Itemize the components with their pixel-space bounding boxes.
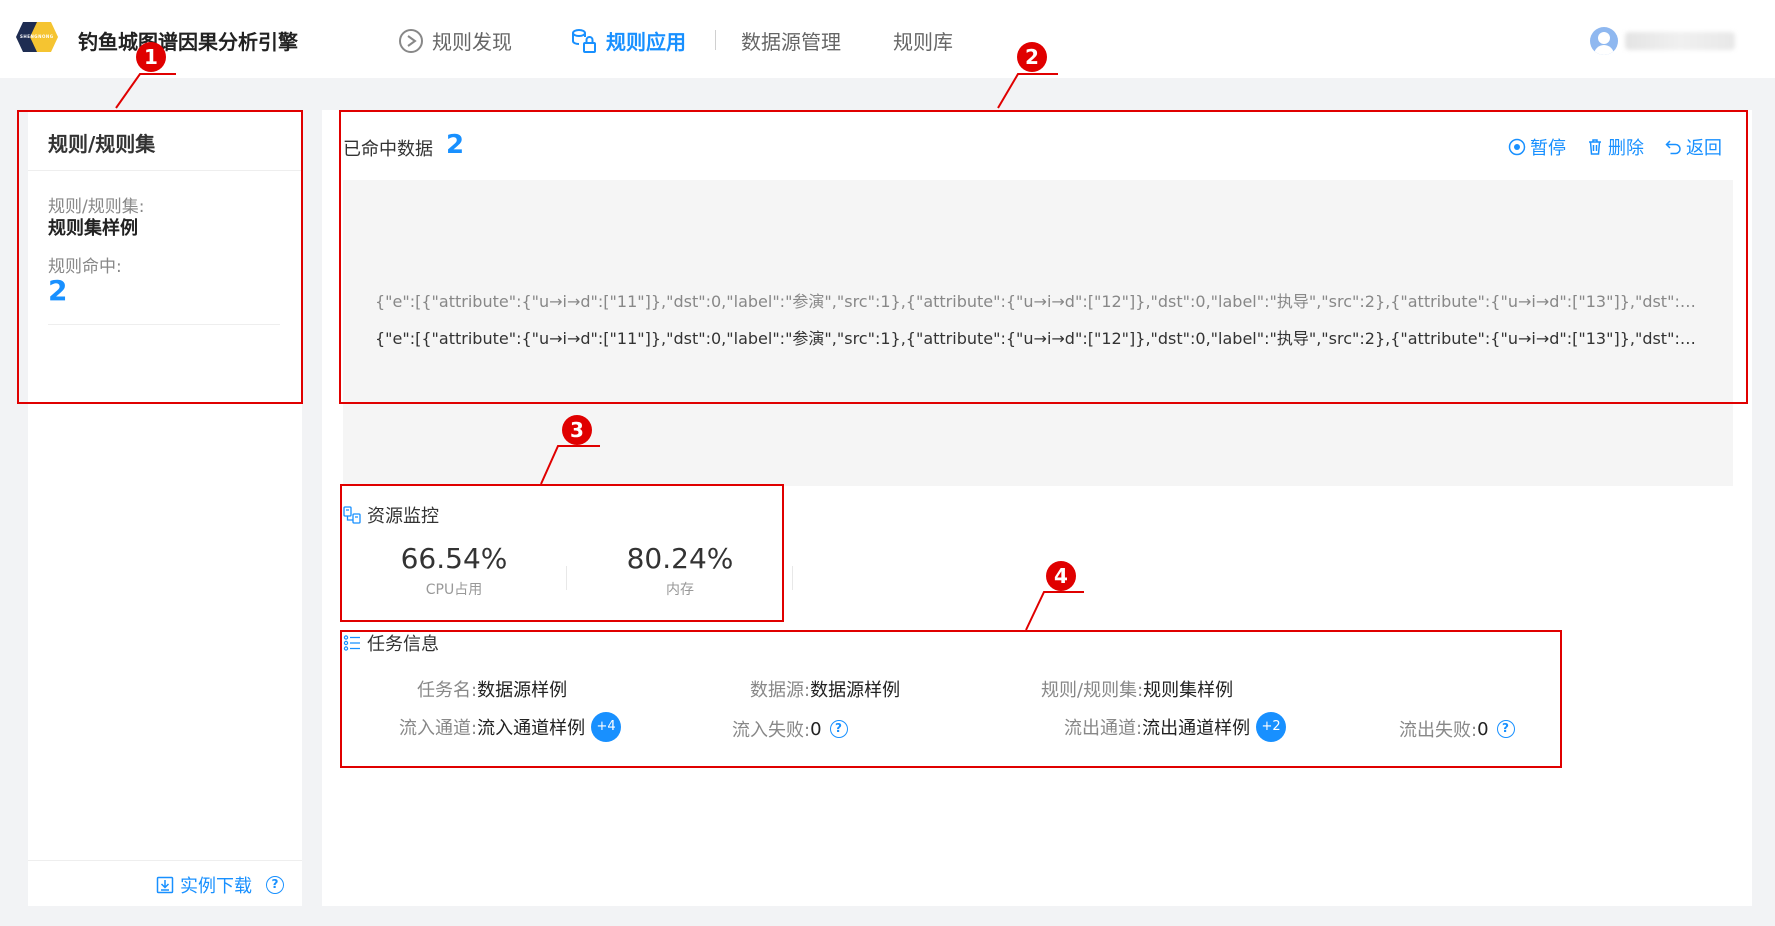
action-bar: 暂停 删除 返回 [1508,134,1722,160]
field-key: 任务名: [417,680,478,701]
database-lock-icon [572,28,596,53]
field-key: 规则/规则集: [1041,680,1144,701]
field-value: 流出通道样例 [1142,718,1251,739]
hit-data-count: 2 [446,130,465,160]
panel-title: 规则/规则集 [48,132,156,156]
hit-data-label: 已命中数据 [343,139,433,160]
nav-label: 规则库 [893,30,953,54]
nav-label: 数据源管理 [741,30,841,54]
list-icon [343,635,360,651]
download-icon [156,876,174,894]
rule-hit-value: 2 [48,274,68,307]
task-info-title: 任务信息 [343,630,439,656]
field-value: 数据源样例 [810,680,901,701]
in-channel-count-badge[interactable]: +4 [591,712,622,742]
out-channel-count-badge[interactable]: +2 [1256,712,1287,742]
annotation-marker: 2 [1017,42,1047,72]
resource-monitor-title: 资源监控 [343,502,439,528]
help-icon[interactable]: ? [266,876,284,894]
annotation-marker: 1 [136,42,166,72]
nav-label: 规则应用 [606,30,686,54]
nav-divider [715,30,716,50]
user-name-blurred[interactable] [1625,32,1735,50]
field-value: 规则集样例 [1143,680,1234,701]
trash-icon [1589,139,1601,155]
user-avatar-icon[interactable] [1590,27,1618,55]
hit-data-panel: 已命中数据 2 暂停 删除 返回 {"e":[{"attribute":{"u→… [322,110,1752,906]
cpu-metric: 66.54% CPU占用 [354,542,554,599]
help-icon[interactable]: ? [1496,720,1515,738]
rule-set-value: 规则集样例 [48,218,138,239]
server-icon [343,506,361,524]
hit-data-list: {"e":[{"attribute":{"u→i→d":["11"]},"dst… [343,180,1733,486]
example-download-button[interactable]: 实例下载 ? [156,872,284,898]
pause-button[interactable]: 暂停 [1508,134,1566,160]
app-logo[interactable]: SHENGNONG [16,18,60,56]
logo-text: SHENGNONG [20,34,54,39]
section-label: 资源监控 [367,506,439,527]
top-header: SHENGNONG 钓鱼城图谱因果分析引擎 规则发现 规则应用 数据源管理 规则… [0,0,1775,78]
in-channel-field: 流入通道: 流入通道样例 +4 [399,712,622,742]
delete-button[interactable]: 删除 [1586,134,1644,160]
nav-rule-discovery[interactable]: 规则发现 [398,26,512,55]
annotation-marker: 3 [562,415,592,445]
divider [28,170,302,171]
back-label: 返回 [1686,138,1722,159]
play-circle-icon [399,28,423,53]
field-key: 流入通道: [399,718,478,739]
field-key: 数据源: [750,680,811,701]
field-value: 0 [1477,718,1489,740]
list-item[interactable]: {"e":[{"attribute":{"u→i→d":["11"]},"dst… [375,288,1705,312]
nav-rule-library[interactable]: 规则库 [893,26,953,55]
list-item[interactable]: {"e":[{"attribute":{"u→i→d":["11"]},"dst… [375,325,1705,349]
divider [48,324,280,325]
out-fail-field: 流出失败: 0 ? [1399,716,1515,742]
datasource-field: 数据源: 数据源样例 [750,676,900,702]
annotation-marker: 4 [1046,561,1076,591]
app-title: 钓鱼城图谱因果分析引擎 [78,30,298,54]
field-key: 流出通道: [1064,718,1143,739]
out-channel-field: 流出通道: 流出通道样例 +2 [1064,712,1287,742]
pause-label: 暂停 [1530,138,1566,159]
field-value: 数据源样例 [477,680,568,701]
memory-label: 内存 [666,582,694,598]
delete-label: 删除 [1608,138,1644,159]
field-key: 流出失败: [1399,720,1478,741]
back-button[interactable]: 返回 [1664,134,1722,160]
download-label: 实例下载 [180,876,252,897]
undo-icon [1665,140,1681,155]
field-value: 流入通道样例 [477,718,586,739]
rule-set-panel: 规则/规则集 规则/规则集: 规则集样例 规则命中: 2 实例下载 ? [28,110,302,906]
ruleset-field: 规则/规则集: 规则集样例 [1041,676,1233,702]
divider [792,566,793,590]
task-name-field: 任务名: 数据源样例 [417,676,567,702]
memory-value: 80.24% [626,542,734,575]
divider [28,860,302,861]
cpu-label: CPU占用 [425,582,483,598]
field-key: 流入失败: [732,720,811,741]
pause-circle-icon [1508,138,1526,156]
help-icon[interactable]: ? [829,720,848,738]
nav-label: 规则发现 [432,30,512,54]
nav-datasource-management[interactable]: 数据源管理 [741,26,841,55]
cpu-value: 66.54% [400,542,508,575]
in-fail-field: 流入失败: 0 ? [732,716,848,742]
divider [566,566,567,590]
nav-rule-application[interactable]: 规则应用 [570,26,686,55]
section-label: 任务信息 [367,634,439,655]
memory-metric: 80.24% 内存 [580,542,780,599]
field-value: 0 [810,718,822,740]
